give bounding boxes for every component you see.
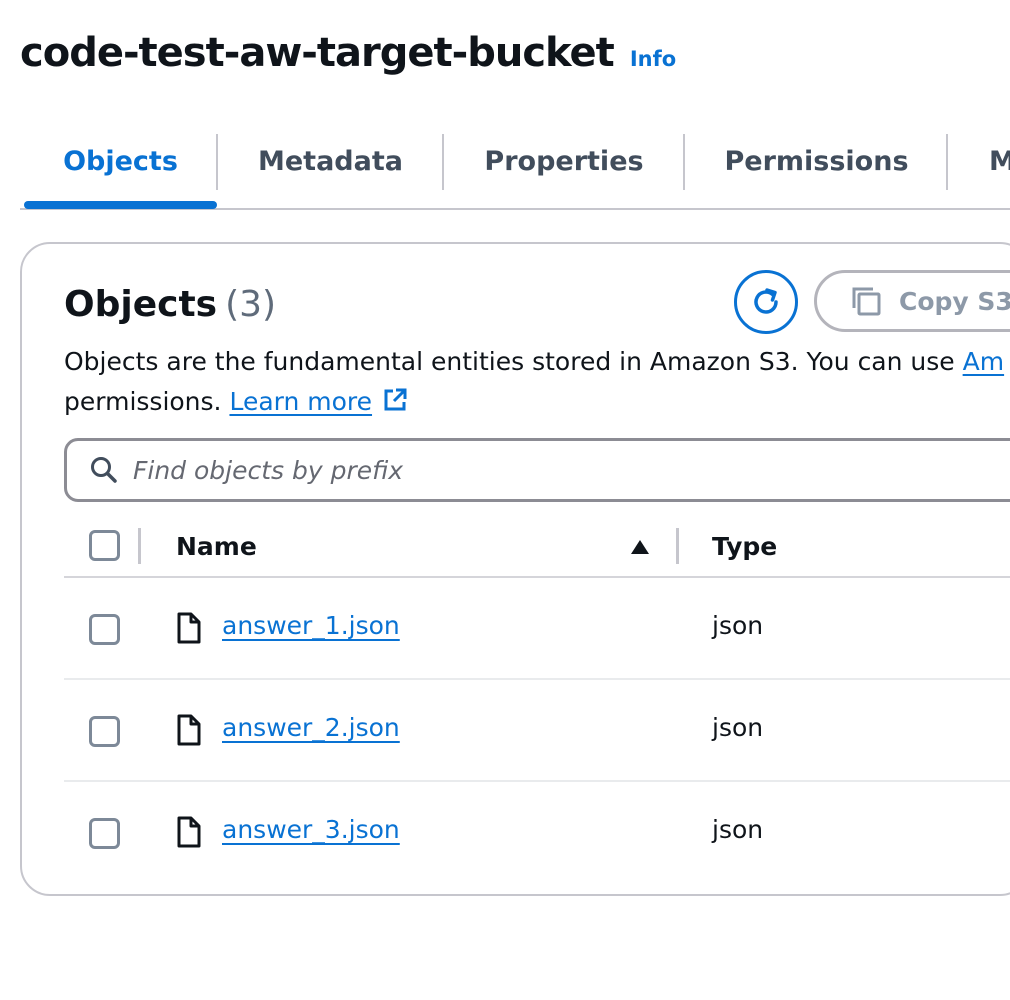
page-header: code-test-aw-target-bucket Info [20, 30, 676, 76]
search-placeholder: Find objects by prefix [133, 455, 404, 485]
select-all-checkbox[interactable] [89, 530, 120, 561]
info-link[interactable]: Info [630, 47, 676, 71]
tab-divider [946, 134, 948, 190]
tab-more[interactable]: M [989, 132, 1010, 190]
row-checkbox[interactable] [89, 614, 120, 645]
refresh-button[interactable] [734, 270, 798, 334]
tab-objects[interactable]: Objects [24, 132, 217, 190]
object-name-link[interactable]: answer_3.json [222, 815, 400, 844]
s3-bucket-page: code-test-aw-target-bucket Info Objects … [0, 0, 1010, 1000]
tab-properties[interactable]: Properties [444, 132, 684, 190]
learn-more-label: Learn more [229, 387, 373, 416]
learn-more-link[interactable]: Learn more [229, 387, 372, 416]
tab-metadata[interactable]: Metadata [218, 132, 443, 190]
copy-s3-uri-label: Copy S3 [899, 286, 1010, 316]
objects-panel: Objects (3) Copy S3 Objects are the funda… [20, 242, 1010, 896]
objects-heading: Objects (3) [64, 284, 276, 325]
active-tab-indicator [24, 201, 217, 209]
file-icon [177, 714, 201, 746]
description-line-2: permissions. Learn more [64, 382, 1010, 422]
object-name-link[interactable]: answer_2.json [222, 713, 400, 742]
search-icon [91, 457, 117, 483]
file-icon [177, 612, 201, 644]
column-separator [676, 528, 679, 564]
objects-heading-label: Objects [64, 284, 218, 325]
description-text-2: permissions. [64, 387, 230, 416]
objects-count: (3) [225, 284, 277, 325]
object-name-link[interactable]: answer_1.json [222, 611, 400, 640]
object-type: json [712, 713, 764, 742]
row-checkbox[interactable] [89, 818, 120, 849]
table-row: answer_3.json json [64, 782, 1010, 884]
row-checkbox[interactable] [89, 716, 120, 747]
description-text-1: Objects are the fundamental entities sto… [64, 347, 963, 376]
table-header: Name Type [64, 524, 1010, 578]
description-line-1: Objects are the fundamental entities sto… [64, 342, 1010, 382]
refresh-icon [754, 288, 778, 314]
amazon-s3-inventory-link[interactable]: Am [963, 347, 1004, 376]
sort-ascending-icon[interactable] [629, 538, 651, 556]
copy-icon [852, 287, 881, 316]
column-separator [138, 528, 141, 564]
table-row: answer_2.json json [64, 680, 1010, 782]
table-row: answer_1.json json [64, 578, 1010, 680]
tab-permissions[interactable]: Permissions [685, 132, 948, 190]
column-header-name[interactable]: Name [176, 532, 257, 561]
file-icon [177, 816, 201, 848]
object-type: json [712, 815, 764, 844]
search-input[interactable]: Find objects by prefix [64, 438, 1010, 502]
external-link-icon [384, 388, 407, 411]
copy-s3-uri-button[interactable]: Copy S3 [814, 270, 1010, 332]
column-header-type[interactable]: Type [712, 532, 777, 561]
objects-description: Objects are the fundamental entities sto… [64, 342, 1010, 422]
tab-bar: Objects Metadata Properties Permissions … [20, 132, 1010, 210]
bucket-title: code-test-aw-target-bucket [20, 30, 615, 76]
object-type: json [712, 611, 764, 640]
